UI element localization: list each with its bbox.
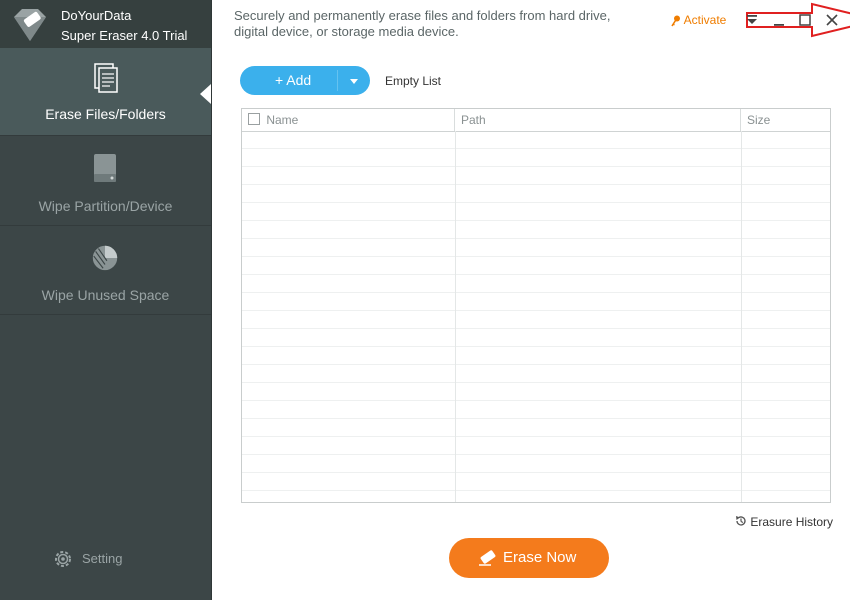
table-header: Name Path Size [242,109,830,132]
pie-chart-icon [92,245,118,271]
product-name: Super Eraser 4.0 Trial [61,28,188,43]
minimize-icon[interactable] [771,12,787,28]
sidebar-item-label: Erase Files/Folders [45,106,166,122]
maximize-icon[interactable] [797,12,813,28]
erase-now-label: Erase Now [503,549,577,566]
description-line-2: digital device, or storage media device. [234,24,459,39]
chevron-down-icon[interactable] [350,79,358,84]
column-divider [741,131,742,502]
app-name: DoYourData [61,8,132,23]
sidebar-item-label: Wipe Partition/Device [38,198,173,214]
main-panel: Securely and permanently erase files and… [211,0,850,600]
erasure-history-label: Erasure History [750,515,834,529]
eraser-icon [479,550,496,566]
active-pointer [200,84,211,104]
add-label: + Add [275,72,312,88]
drive-icon [94,154,116,182]
document-icon [94,63,118,93]
gear-icon [55,551,71,567]
column-name-label: Name [266,113,299,127]
empty-list-button[interactable]: Empty List [385,74,441,88]
sidebar: DoYourData Super Eraser 4.0 Trial Erase … [0,0,211,600]
key-icon [671,15,681,27]
select-all-checkbox[interactable] [248,113,260,125]
column-header-size[interactable]: Size [741,109,830,131]
erase-now-button[interactable]: Erase Now [449,538,609,578]
column-header-path[interactable]: Path [455,109,741,131]
column-header-name[interactable]: Name [242,109,455,131]
activate-link[interactable]: Activate [671,13,726,27]
column-size-label: Size [747,113,771,127]
dropdown-menu-icon[interactable] [744,12,760,28]
file-table[interactable]: Name Path Size [241,108,831,503]
description-line-1: Securely and permanently erase files and… [234,8,611,23]
sidebar-item-erase-files[interactable]: Erase Files/Folders [0,48,211,136]
sidebar-item-wipe-partition[interactable]: Wipe Partition/Device [0,138,211,226]
erasure-history-link[interactable]: Erasure History [735,515,833,529]
add-divider [337,70,338,91]
setting-button[interactable]: Setting [52,546,162,572]
diamond-eraser-logo-icon [14,9,46,41]
close-icon[interactable] [824,12,840,28]
column-divider [455,131,456,502]
history-icon [735,515,747,527]
activate-label: Activate [683,13,727,27]
column-path-label: Path [461,113,486,127]
sidebar-item-wipe-unused-space[interactable]: Wipe Unused Space [0,227,211,315]
add-button[interactable]: + Add [240,66,370,95]
description: Securely and permanently erase files and… [234,8,624,40]
setting-label: Setting [82,551,123,566]
sidebar-item-label: Wipe Unused Space [41,287,170,303]
brand-header: DoYourData Super Eraser 4.0 Trial [0,0,211,48]
